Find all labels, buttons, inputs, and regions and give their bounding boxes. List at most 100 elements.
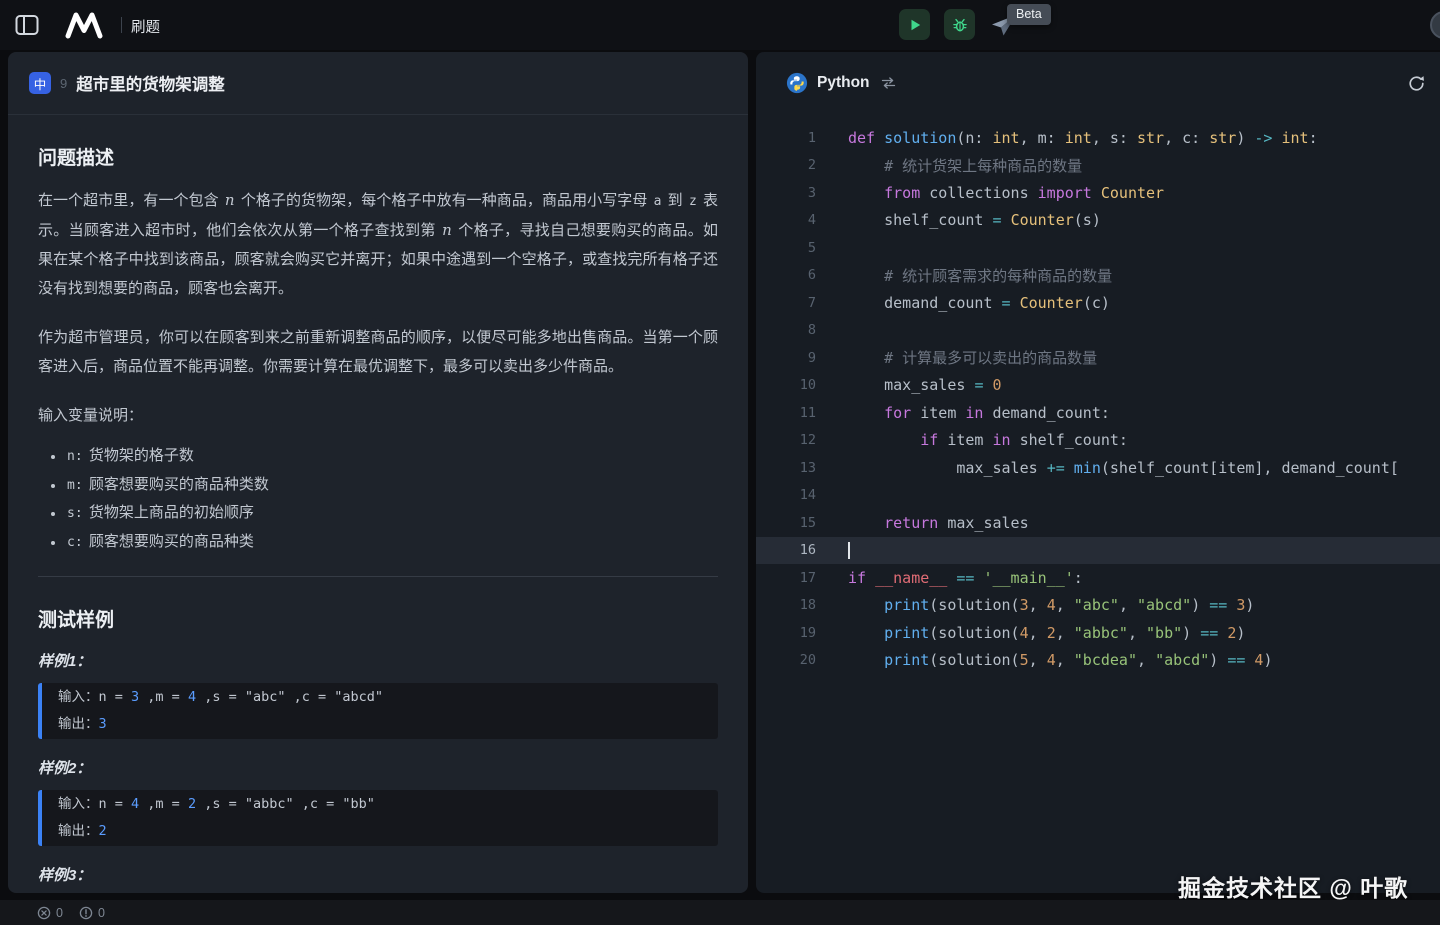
problem-panel: 中 9 超市里的货物架调整 问题描述 在一个超市里，有一个包含 n 个格子的货物… [8,52,748,893]
run-button[interactable] [899,9,930,40]
code-line[interactable]: 20 print(solution(5, 4, "bcdea", "abcd")… [756,647,1440,675]
topbar: 刷题 Beta [0,0,1440,50]
line-number: 9 [756,350,816,366]
line-number: 15 [756,515,816,531]
code-line[interactable]: 11 for item in demand_count: [756,399,1440,427]
problem-paragraph: 作为超市管理员，你可以在顾客到来之前重新调整商品的顺序，以便尽可能多地出售商品。… [38,323,718,381]
example-label: 样例3： [38,864,718,885]
code-line[interactable]: 14 [756,482,1440,510]
code-text: print(solution(3, 4, "abc", "abcd") == 3… [848,596,1254,614]
code-text: # 统计货架上每种商品的数量 [848,155,1082,176]
problem-number: 9 [60,76,67,91]
code-line[interactable]: 5 [756,234,1440,262]
code-text: print(solution(4, 2, "abbc", "bb") == 2) [848,624,1245,642]
line-number: 10 [756,377,816,393]
problem-header: 中 9 超市里的货物架调整 [8,52,748,115]
code-line[interactable]: 6 # 统计顾客需求的每种商品的数量 [756,262,1440,290]
param-item: s: 货物架上商品的初始顺序 [65,499,718,528]
code-text: # 计算最多可以卖出的商品数量 [848,347,1097,368]
text-segment: ,m = [139,689,188,705]
code-line[interactable]: 8 [756,317,1440,345]
language-switch-button[interactable] [881,77,896,89]
text-segment: n [223,191,237,209]
language-label: Python [817,74,870,92]
text-segment: ,m = [139,796,188,812]
refresh-icon [1407,74,1426,93]
param-item: m: 顾客想要购买的商品种类数 [65,471,718,500]
line-number: 11 [756,405,816,421]
code-text: max_sales = 0 [848,376,1002,394]
code-line[interactable]: 9 # 计算最多可以卖出的商品数量 [756,344,1440,372]
text-segment: 2 [188,796,196,812]
param-item: c: 顾客想要购买的商品种类 [65,528,718,557]
code-line[interactable]: 19 print(solution(4, 2, "abbc", "bb") ==… [756,619,1440,647]
sidebar-toggle-button[interactable] [14,13,40,39]
swap-arrows-icon [881,77,896,89]
line-number: 8 [756,322,816,338]
python-icon [786,72,808,94]
code-text: if __name__ == '__main__': [848,569,1083,587]
code-editor[interactable]: 1def solution(n: int, m: int, s: str, c:… [756,124,1440,674]
code-line[interactable]: 2 # 统计货架上每种商品的数量 [756,152,1440,180]
marscode-logo-icon [64,11,104,39]
code-text: max_sales += min(shelf_count[item], dema… [848,459,1399,477]
text-segment: a [652,194,664,209]
status-bar: 0 0 [0,900,1440,925]
examples-heading: 测试样例 [38,605,718,632]
bug-icon [952,17,968,33]
code-line[interactable]: 4 shelf_count = Counter(s) [756,207,1440,235]
description-heading: 问题描述 [38,143,718,170]
text-segment: 输出： [58,716,99,732]
code-line[interactable]: 15 return max_sales [756,509,1440,537]
code-line[interactable]: 17if __name__ == '__main__': [756,564,1440,592]
text-segment: 作为超市管理员，你可以在顾客到来之前重新调整商品的顺序，以便尽可能多地出售商品。… [38,329,718,375]
watermark: 掘金技术社区 @ 叶歌 [1178,869,1408,903]
code-text [848,541,850,559]
text-segment: 4 [131,796,139,812]
code-line[interactable]: 1def solution(n: int, m: int, s: str, c:… [756,124,1440,152]
code-text: print(solution(5, 4, "bcdea", "abcd") ==… [848,651,1272,669]
problem-paragraph: 在一个超市里，有一个包含 n 个格子的货物架，每个格子中放有一种商品，商品用小写… [38,186,718,303]
code-text: demand_count = Counter(c) [848,294,1110,312]
problem-content[interactable]: 问题描述 在一个超市里，有一个包含 n 个格子的货物架，每个格子中放有一种商品，… [8,143,748,885]
difficulty-badge: 中 [29,72,51,94]
text-segment: 输入：n = [58,796,131,812]
line-number: 20 [756,652,816,668]
code-text: for item in demand_count: [848,404,1110,422]
line-number: 1 [756,130,816,146]
example-row: 输出：3 [58,711,702,738]
line-number: 2 [756,157,816,173]
code-line[interactable]: 10 max_sales = 0 [756,372,1440,400]
text-segment: 货物架的格子数 [85,447,194,464]
error-counter[interactable]: 0 [37,906,63,920]
line-number: 4 [756,212,816,228]
warning-icon [79,906,93,920]
app-logo[interactable] [64,11,104,39]
code-line[interactable]: 13 max_sales += min(shelf_count[item], d… [756,454,1440,482]
avatar[interactable] [1430,11,1440,39]
code-line[interactable]: 7 demand_count = Counter(c) [756,289,1440,317]
text-segment: n: [65,449,85,464]
code-line[interactable]: 16 [756,537,1440,565]
text-segment: 输入：n = [58,689,131,705]
warning-counter[interactable]: 0 [79,906,105,920]
examples: 样例1：输入：n = 3 ,m = 4 ,s = "abc" ,c = "abc… [38,650,718,846]
text-segment: 个格子的货物架，每个格子中放有一种商品，商品用小写字母 [237,192,652,209]
text-segment: 顾客想要购买的商品种类数 [85,476,269,493]
text-segment: c: [65,535,85,550]
reset-code-button[interactable] [1407,74,1426,93]
code-line[interactable]: 12 if item in shelf_count: [756,427,1440,455]
code-line[interactable]: 3 from collections import Counter [756,179,1440,207]
debug-button[interactable] [944,9,975,40]
error-count: 0 [56,906,63,920]
example-label: 样例2： [38,757,718,778]
play-icon [908,18,922,32]
line-number: 5 [756,240,816,256]
text-cursor [848,542,850,559]
line-number: 12 [756,432,816,448]
line-number: 7 [756,295,816,311]
beta-badge: Beta [1007,4,1051,25]
panel-toggle-icon [15,14,39,36]
code-line[interactable]: 18 print(solution(3, 4, "abc", "abcd") =… [756,592,1440,620]
line-number: 19 [756,625,816,641]
